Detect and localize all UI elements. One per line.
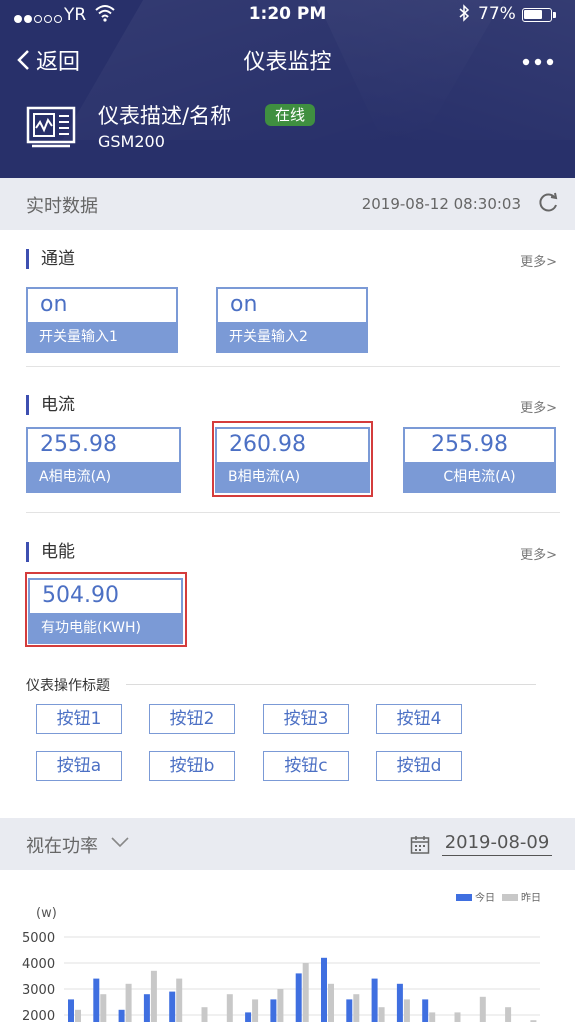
device-model: GSM200 [98, 132, 165, 151]
bar [505, 1007, 512, 1022]
bar [328, 983, 334, 1022]
realtime-bar: 实时数据 2019-08-12 08:30:03 [0, 178, 575, 230]
bar [169, 991, 176, 1022]
section-title-current: 电流 [26, 395, 75, 415]
bar [346, 999, 353, 1022]
bar [429, 1012, 436, 1022]
y-tick-label: 3000 [22, 983, 55, 998]
y-axis-label: (w) [36, 906, 57, 921]
device-name: 仪表描述/名称 [98, 104, 232, 128]
legend-label: 今日 [475, 891, 495, 904]
more-dots-icon [522, 58, 554, 66]
op-button-3[interactable]: 按钮3 [263, 704, 349, 734]
bar [100, 994, 107, 1022]
card-value: on [27, 288, 177, 322]
op-button-c[interactable]: 按钮c [263, 751, 349, 781]
card-value: 260.98 [216, 428, 369, 462]
bar [270, 999, 277, 1022]
divider [26, 366, 560, 367]
energy-card[interactable]: 504.90 有功电能(KWH) [28, 578, 183, 644]
card-label: B相电流(A) [228, 469, 301, 485]
bar [125, 983, 132, 1022]
realtime-label: 实时数据 [26, 196, 98, 217]
section-title-energy: 电能 [26, 542, 75, 562]
card-value: 504.90 [29, 579, 182, 613]
bar [176, 978, 183, 1022]
bar [75, 1009, 81, 1022]
bar [479, 996, 486, 1022]
card-value: 255.98 [27, 428, 180, 462]
current-card-a[interactable]: 255.98 A相电流(A) [26, 427, 181, 493]
card-label: 开关量输入2 [229, 329, 308, 345]
more-menu-button[interactable] [522, 48, 554, 68]
ops-divider [126, 684, 536, 685]
meter-device-icon [26, 106, 76, 148]
bar [245, 1012, 252, 1022]
bar [403, 999, 410, 1022]
battery-percent: 77% [478, 4, 516, 24]
date-picker[interactable]: 2019-08-09 [442, 832, 552, 856]
bluetooth-icon [458, 4, 470, 26]
current-card-c[interactable]: 255.98 C相电流(A) [403, 427, 556, 493]
legend-swatch [456, 894, 472, 901]
nav-bar: 返回 仪表监控 [0, 38, 575, 82]
power-type-select[interactable]: 视在功率 [26, 832, 98, 858]
bar [118, 1009, 125, 1022]
channel-card-1[interactable]: on 开关量输入1 [26, 287, 178, 353]
power-bar: 视在功率 2019-08-09 [0, 818, 575, 870]
bar [226, 994, 233, 1022]
y-tick-label: 4000 [22, 957, 55, 972]
status-bar: YR 1:20 PM 77% [0, 0, 575, 30]
op-button-b[interactable]: 按钮b [149, 751, 235, 781]
op-button-2[interactable]: 按钮2 [149, 704, 235, 734]
bar [252, 999, 259, 1022]
refresh-icon[interactable] [537, 192, 559, 214]
bar [93, 978, 100, 1022]
bar [201, 1007, 208, 1022]
op-button-4[interactable]: 按钮4 [376, 704, 462, 734]
bar [396, 983, 403, 1022]
op-button-d[interactable]: 按钮d [376, 751, 462, 781]
card-value: on [217, 288, 367, 322]
bar [371, 978, 378, 1022]
header: YR 1:20 PM 77% 返回 仪表监控 仪表描述/名称 在线 GSM200 [0, 0, 575, 178]
bar [150, 970, 157, 1022]
bar [143, 994, 150, 1022]
bar [68, 999, 74, 1022]
divider [26, 512, 560, 513]
bar [353, 994, 360, 1022]
op-button-a[interactable]: 按钮a [36, 751, 122, 781]
card-label: 有功电能(KWH) [41, 620, 141, 636]
calendar-icon[interactable] [410, 835, 430, 855]
legend-swatch [502, 894, 518, 901]
page-title: 仪表监控 [243, 50, 332, 75]
power-chart: 今日 昨日 (w) 5000 4000 3000 2000 [22, 891, 541, 1022]
card-label: 开关量输入1 [39, 329, 118, 345]
legend-label: 昨日 [521, 892, 541, 904]
ops-title: 仪表操作标题 [26, 678, 110, 694]
op-button-1[interactable]: 按钮1 [36, 704, 122, 734]
channel-more-link[interactable]: 更多> [520, 251, 557, 270]
bar [302, 963, 309, 1022]
y-tick-label: 2000 [22, 1009, 55, 1022]
status-badge: 在线 [265, 104, 316, 126]
current-more-link[interactable]: 更多> [520, 397, 557, 416]
card-label: C相电流(A) [443, 469, 516, 485]
bar [321, 957, 327, 1022]
bar [378, 1007, 385, 1022]
realtime-timestamp: 2019-08-12 08:30:03 [361, 195, 521, 213]
bar [422, 999, 429, 1022]
bar [454, 1012, 461, 1022]
card-label: A相电流(A) [39, 469, 112, 485]
chevron-down-icon[interactable] [110, 836, 130, 848]
card-value: 255.98 [404, 428, 555, 462]
y-tick-label: 5000 [22, 931, 55, 946]
current-card-b[interactable]: 260.98 B相电流(A) [215, 427, 370, 493]
bar [295, 973, 302, 1022]
battery-icon [522, 8, 556, 22]
section-title-channel: 通道 [26, 249, 75, 269]
bar [277, 989, 284, 1022]
channel-card-2[interactable]: on 开关量输入2 [216, 287, 368, 353]
energy-more-link[interactable]: 更多> [520, 544, 557, 563]
